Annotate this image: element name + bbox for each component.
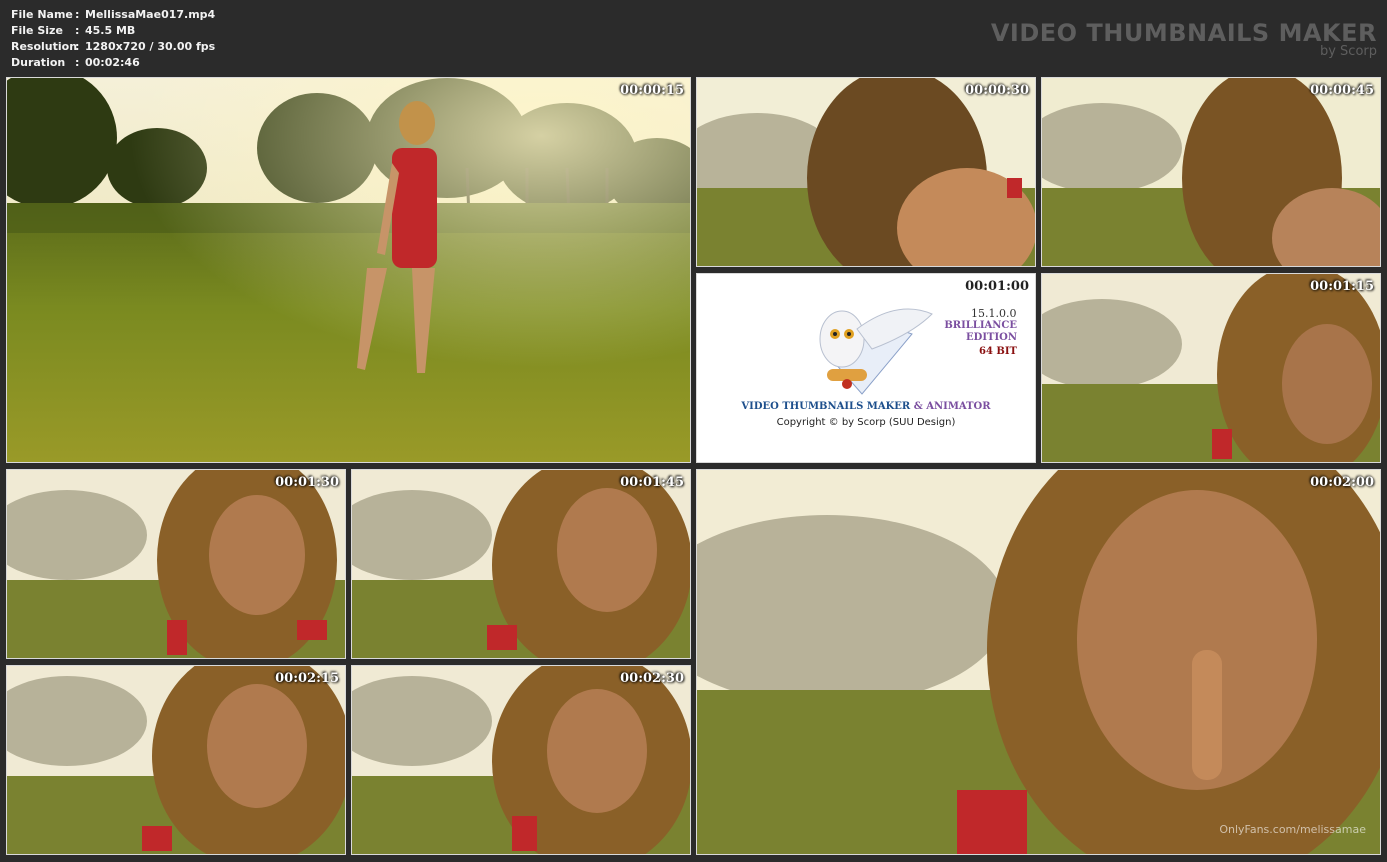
thumbnail-5[interactable]: 00:01:15 [1041, 273, 1381, 463]
bit-label: 64 BIT [979, 346, 1017, 357]
backlit-hair-image [697, 78, 1035, 266]
timestamp: 00:01:15 [1310, 279, 1374, 294]
timestamp: 00:01:00 [965, 279, 1029, 294]
resolution-label: Resolution [11, 40, 78, 53]
timestamp: 00:01:30 [275, 475, 339, 490]
version-text: 15.1.0.0 [971, 307, 1017, 320]
separator: : [75, 8, 80, 21]
portrait-image [7, 666, 345, 854]
brand-title: VIDEO THUMBNAILS MAKER [990, 19, 1377, 47]
file-name-value: MellissaMae017.mp4 [85, 8, 216, 21]
splash-title: VIDEO THUMBNAILS MAKER & ANIMATOR [697, 401, 1035, 412]
edition-line-1: BRILLIANCE [944, 320, 1017, 331]
brand-logo: VIDEO THUMBNAILS MAKER by Scorp [991, 20, 1377, 58]
file-size-value: 45.5 MB [85, 24, 136, 37]
duration-value: 00:02:46 [85, 56, 140, 69]
file-info-panel: File Name : MellissaMae017.mp4 File Size… [11, 7, 215, 71]
splash-copyright: Copyright © by Scorp (SUU Design) [776, 417, 956, 428]
portrait-image [1042, 274, 1380, 462]
portrait-image [352, 470, 690, 658]
separator: : [75, 56, 80, 69]
timestamp: 00:02:00 [1310, 475, 1374, 490]
timestamp: 00:00:30 [965, 83, 1029, 98]
timestamp: 00:00:15 [620, 83, 684, 98]
thumbnail-4-splash[interactable]: 00:01:00 15.1.0.0 BRILLIANCE EDITION 64 … [696, 273, 1036, 463]
thumbnail-2[interactable]: 00:00:30 [696, 77, 1036, 267]
portrait-image [7, 470, 345, 658]
splash-title-main: VIDEO THUMBNAILS MAKER [741, 401, 911, 412]
file-name-row: File Name : MellissaMae017.mp4 [11, 7, 215, 23]
separator: : [75, 40, 80, 53]
splash-title-animator: & ANIMATOR [913, 401, 991, 412]
duration-label: Duration [11, 56, 66, 69]
timestamp: 00:00:45 [1310, 83, 1374, 98]
brand-subtitle: by Scorp [1319, 44, 1377, 59]
timestamp: 00:02:30 [620, 671, 684, 686]
file-size-row: File Size : 45.5 MB [11, 23, 215, 39]
separator: : [75, 24, 80, 37]
thumbnail-10[interactable]: 00:02:30 [351, 665, 691, 855]
resolution-value: 1280x720 / 30.00 fps [85, 40, 216, 53]
edition-line-2: EDITION [966, 332, 1017, 343]
file-name-label: File Name [11, 8, 73, 21]
owl-logo-icon [819, 308, 933, 395]
resolution-row: Resolution : 1280x720 / 30.00 fps [11, 39, 215, 55]
thumbnail-7[interactable]: 00:01:45 [351, 469, 691, 659]
duration-row: Duration : 00:02:46 [11, 55, 215, 71]
thumbnail-6[interactable]: 00:01:30 [6, 469, 346, 659]
portrait-image [352, 666, 690, 854]
field-scene-image [7, 78, 690, 462]
thumbnail-3[interactable]: 00:00:45 [1041, 77, 1381, 267]
thumbnail-1[interactable]: 00:00:15 [6, 77, 691, 463]
thumbnail-9[interactable]: 00:02:15 [6, 665, 346, 855]
portrait-closeup-image [697, 470, 1380, 854]
timestamp: 00:02:15 [275, 671, 339, 686]
timestamp: 00:01:45 [620, 475, 684, 490]
file-size-label: File Size [11, 24, 63, 37]
thumbnail-8[interactable]: 00:02:00 OnlyFans.com/melissamae [696, 469, 1381, 855]
backlit-hair-image [1042, 78, 1380, 266]
watermark: OnlyFans.com/melissamae [1219, 823, 1366, 836]
